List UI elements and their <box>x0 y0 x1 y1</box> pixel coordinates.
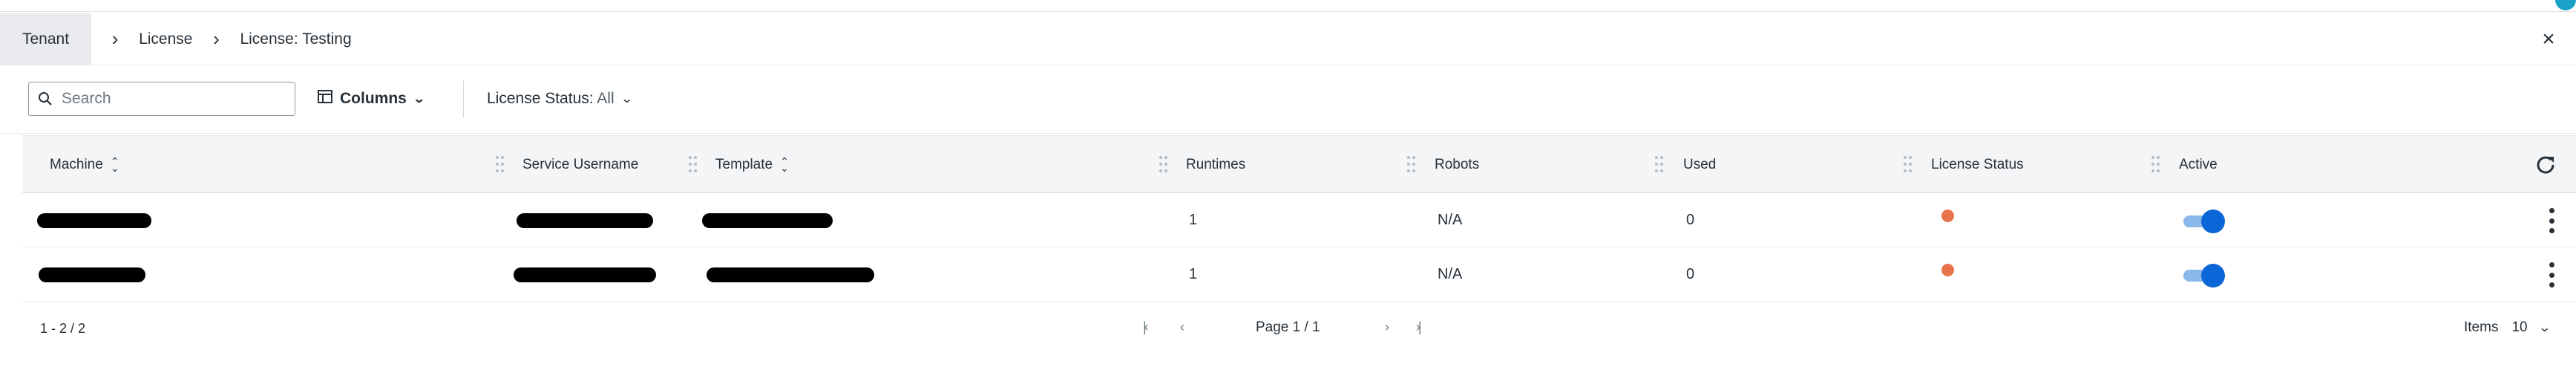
first-page-icon[interactable]: |‹ <box>1143 319 1148 335</box>
pagination-range: 1 - 2 / 2 <box>40 321 86 336</box>
sort-icon[interactable]: ⌃ ⌄ <box>111 156 119 173</box>
items-label: Items <box>2464 319 2499 335</box>
column-header-template[interactable]: Template ⌃ ⌄ <box>715 136 789 194</box>
cell-machine <box>37 193 151 247</box>
redacted-value <box>707 267 874 282</box>
close-icon[interactable]: × <box>2536 27 2561 52</box>
filter-label: License Status: All <box>487 90 614 107</box>
chevron-down-icon: ⌄ <box>620 93 634 106</box>
column-resize-handle[interactable] <box>1904 156 1913 174</box>
active-toggle[interactable] <box>2183 208 2225 233</box>
cell-runtimes: 1 <box>1189 212 1198 228</box>
table-footer: 1 - 2 / 2 |‹ ‹ Page 1 / 1 › ›| Items 10 … <box>0 302 2576 361</box>
toolbar-divider <box>463 80 464 117</box>
items-per-page-select[interactable]: 10 ⌄ <box>2511 319 2552 336</box>
cell-machine <box>39 247 145 302</box>
license-status-filter[interactable]: License Status: All ⌄ <box>487 82 634 116</box>
breadcrumb-separator-icon: › <box>213 27 220 50</box>
kebab-menu-icon[interactable] <box>2548 262 2555 288</box>
columns-label: Columns <box>340 90 407 107</box>
breadcrumb-item-current: License: Testing <box>240 30 352 48</box>
chevron-down-icon: ⌄ <box>412 93 426 106</box>
search-input[interactable] <box>62 90 284 108</box>
column-header-used[interactable]: Used <box>1683 136 1716 194</box>
redacted-value <box>37 212 151 228</box>
breadcrumb-separator-icon: › <box>111 27 119 50</box>
columns-icon <box>318 90 332 108</box>
column-resize-handle[interactable] <box>1655 156 1664 174</box>
column-resize-handle[interactable] <box>1159 156 1168 174</box>
cell-active <box>2183 193 2225 247</box>
cell-service-username <box>517 193 653 247</box>
cell-license-status <box>1941 193 1954 247</box>
table-header: Machine ⌃ ⌄ Service Username Template ⌃ ⌄ … <box>22 135 2576 193</box>
cell-template <box>707 247 874 302</box>
page-indicator: Page 1 / 1 <box>1256 319 1320 335</box>
cell-used: 0 <box>1686 212 1695 228</box>
search-icon <box>29 91 62 106</box>
column-resize-handle[interactable] <box>1407 156 1416 174</box>
table-row[interactable]: 1 N/A 0 <box>22 247 2576 302</box>
status-indicator-icon <box>1941 210 1954 222</box>
column-header-robots[interactable]: Robots <box>1435 136 1479 194</box>
filter-value: All <box>597 90 614 107</box>
redacted-value <box>517 212 653 228</box>
cell-service-username <box>514 247 656 302</box>
breadcrumb-item-tenant[interactable]: Tenant <box>0 13 92 65</box>
chevron-down-icon: ⌄ <box>2537 322 2552 334</box>
previous-page-icon[interactable]: ‹ <box>1180 319 1184 335</box>
refresh-icon[interactable] <box>2533 152 2558 178</box>
cell-template <box>702 193 833 247</box>
column-header-active[interactable]: Active <box>2179 136 2218 194</box>
columns-button[interactable]: Columns ⌄ <box>318 82 426 116</box>
status-indicator-icon <box>1941 264 1954 276</box>
toolbar: Columns ⌄ License Status: All ⌄ <box>0 67 2576 134</box>
redacted-value <box>514 267 656 282</box>
cell-robots: N/A <box>1438 266 1463 282</box>
cell-runtimes: 1 <box>1189 266 1198 282</box>
column-header-service-username[interactable]: Service Username <box>522 136 638 194</box>
breadcrumb: Tenant › License › License: Testing × <box>0 13 2576 65</box>
table-row[interactable]: 1 N/A 0 <box>22 193 2576 247</box>
column-resize-handle[interactable] <box>2151 156 2160 174</box>
cell-robots: N/A <box>1438 212 1463 228</box>
kebab-menu-icon[interactable] <box>2548 208 2555 233</box>
items-value: 10 <box>2511 319 2528 335</box>
column-resize-handle[interactable] <box>496 156 505 174</box>
column-header-license-status[interactable]: License Status <box>1931 136 2024 194</box>
active-toggle[interactable] <box>2183 262 2225 288</box>
column-header-machine[interactable]: Machine ⌃ ⌄ <box>50 136 119 194</box>
redacted-value <box>39 267 145 282</box>
cell-used: 0 <box>1686 266 1695 282</box>
search-box <box>28 82 295 116</box>
top-strip <box>0 0 2576 12</box>
breadcrumb-item-license[interactable]: License <box>139 30 192 48</box>
cell-active <box>2183 247 2225 302</box>
license-table: Machine ⌃ ⌄ Service Username Template ⌃ ⌄ … <box>22 135 2576 302</box>
sort-icon[interactable]: ⌃ ⌄ <box>780 156 789 173</box>
last-page-icon[interactable]: ›| <box>1416 319 1421 335</box>
next-page-icon[interactable]: › <box>1385 319 1389 335</box>
column-header-runtimes[interactable]: Runtimes <box>1186 136 1245 194</box>
cell-license-status <box>1941 247 1954 302</box>
column-resize-handle[interactable] <box>689 156 698 174</box>
redacted-value <box>702 212 833 228</box>
items-per-page: Items 10 ⌄ <box>2464 319 2552 336</box>
